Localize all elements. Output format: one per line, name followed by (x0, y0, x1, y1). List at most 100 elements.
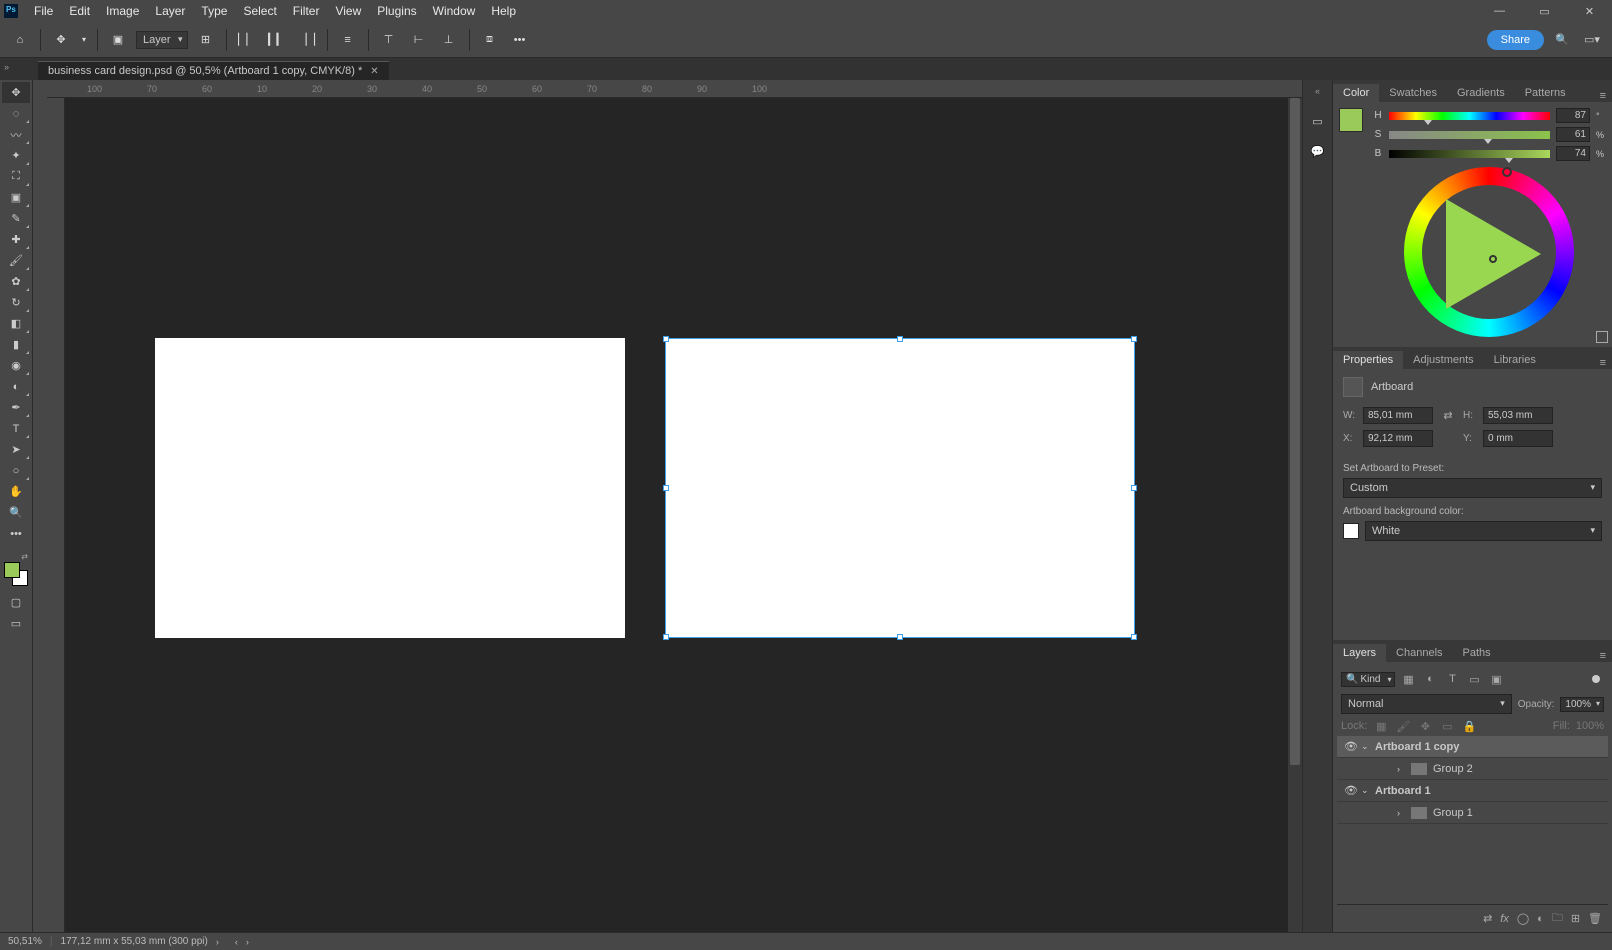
marquee-tool[interactable]: ◌ (2, 103, 30, 124)
scrollbar-thumb[interactable] (1290, 98, 1300, 765)
menu-window[interactable]: Window (425, 4, 484, 18)
sat-value[interactable]: 61 (1556, 127, 1590, 142)
comment-panel-icon[interactable]: 💬 (1309, 142, 1327, 160)
color-preview-swatch[interactable] (1339, 108, 1363, 132)
layer-item-group[interactable]: › Group 1 (1337, 802, 1608, 824)
more-options-icon[interactable]: ••• (508, 28, 532, 52)
align-vcenter-icon[interactable]: ⊢ (407, 28, 431, 52)
lock-position-icon[interactable]: ✥ (1417, 718, 1433, 734)
vertical-scrollbar[interactable] (1288, 98, 1302, 932)
lock-paint-icon[interactable]: 🖌 (1395, 718, 1411, 734)
filter-pixel-icon[interactable]: ▦ (1399, 670, 1417, 688)
menu-view[interactable]: View (327, 4, 369, 18)
delete-layer-icon[interactable]: 🗑 (1588, 912, 1602, 925)
tab-color[interactable]: Color (1333, 84, 1379, 102)
layer-mask-icon[interactable]: ◯ (1517, 912, 1529, 925)
pen-tool[interactable]: ✒ (2, 397, 30, 418)
link-layers-icon[interactable]: ⇄ (1483, 912, 1492, 925)
healing-brush-tool[interactable]: ✚ (2, 229, 30, 250)
visibility-toggle-icon[interactable]: 👁 (1341, 784, 1361, 797)
status-popout-icon[interactable]: › (216, 937, 219, 947)
hue-value[interactable]: 87 (1556, 108, 1590, 123)
edit-toolbar-icon[interactable]: ••• (2, 523, 30, 544)
tab-layers[interactable]: Layers (1333, 644, 1386, 662)
close-tab-icon[interactable]: ✕ (370, 66, 378, 77)
distribute-icon[interactable]: ≡ (336, 28, 360, 52)
bgcolor-swatch[interactable] (1343, 523, 1359, 539)
width-field[interactable] (1363, 407, 1433, 424)
resize-handle[interactable] (897, 336, 903, 342)
bri-slider[interactable] (1389, 150, 1550, 158)
expand-panels-icon[interactable]: » (4, 62, 9, 72)
adjustment-layer-icon[interactable]: ◐ (1537, 913, 1544, 925)
lock-all-icon[interactable]: 🔒 (1461, 718, 1477, 734)
filter-smart-icon[interactable]: ▣ (1487, 670, 1505, 688)
layer-item-group[interactable]: › Group 2 (1337, 758, 1608, 780)
menu-filter[interactable]: Filter (285, 4, 328, 18)
new-group-icon[interactable]: 🗀 (1552, 909, 1563, 928)
visibility-toggle-icon[interactable]: 👁 (1341, 740, 1361, 753)
tab-patterns[interactable]: Patterns (1515, 84, 1576, 102)
artboard-1[interactable] (155, 338, 625, 638)
path-select-tool[interactable]: ➤ (2, 439, 30, 460)
move-tool-icon[interactable]: ✥ (49, 28, 73, 52)
resize-handle[interactable] (663, 336, 669, 342)
screenmode-icon[interactable]: ▭ (2, 613, 30, 634)
frame-tool[interactable]: ▣ (2, 187, 30, 208)
layer-name[interactable]: Group 1 (1433, 807, 1473, 819)
shape-tool[interactable]: ○ (2, 460, 30, 481)
hue-slider[interactable] (1389, 112, 1550, 120)
home-button[interactable]: ⌂ (8, 28, 32, 52)
menu-select[interactable]: Select (235, 4, 284, 18)
filter-shape-icon[interactable]: ▭ (1465, 670, 1483, 688)
horizontal-ruler[interactable]: 100 70 60 10 20 30 40 50 60 70 80 90 100 (47, 80, 1302, 98)
tab-paths[interactable]: Paths (1453, 644, 1501, 662)
transform-controls-toggle[interactable]: ⊞ (194, 28, 218, 52)
filter-type-icon[interactable]: T (1443, 670, 1461, 688)
layer-name[interactable]: Artboard 1 (1375, 785, 1431, 797)
learn-panel-icon[interactable]: ▭ (1309, 112, 1327, 130)
fg-bg-swatches[interactable] (4, 562, 28, 586)
move-tool-flyout-icon[interactable]: ▾ (79, 28, 89, 52)
layer-name[interactable]: Artboard 1 copy (1375, 741, 1459, 753)
align-hcenter-icon[interactable]: ▎▎ (265, 28, 289, 52)
resize-handle[interactable] (1131, 485, 1137, 491)
color-wheel[interactable] (1404, 167, 1574, 337)
layer-effects-icon[interactable]: fx (1500, 913, 1509, 925)
sat-slider[interactable] (1389, 131, 1550, 139)
lasso-tool[interactable]: 〰 (2, 124, 30, 145)
menu-layer[interactable]: Layer (147, 4, 193, 18)
zoom-tool[interactable]: 🔍 (2, 502, 30, 523)
document-tab[interactable]: business card design.psd @ 50,5% (Artboa… (38, 61, 389, 80)
lock-artboard-icon[interactable]: ▭ (1439, 718, 1455, 734)
artboard-preset-dropdown[interactable]: Custom (1343, 478, 1602, 498)
bgcolor-dropdown[interactable]: White (1365, 521, 1602, 541)
layer-item-artboard[interactable]: 👁 ⌄ Artboard 1 (1337, 780, 1608, 802)
disclosure-icon[interactable]: › (1397, 764, 1411, 774)
auto-select-toggle[interactable]: ▣ (106, 28, 130, 52)
tab-channels[interactable]: Channels (1386, 644, 1452, 662)
panel-menu-icon[interactable]: ≡ (1594, 357, 1612, 369)
menu-plugins[interactable]: Plugins (369, 4, 424, 18)
vertical-ruler[interactable] (47, 98, 65, 932)
move-tool[interactable]: ✥ (2, 82, 30, 103)
resize-handle[interactable] (1131, 634, 1137, 640)
history-brush-tool[interactable]: ↻ (2, 292, 30, 313)
panel-menu-icon[interactable]: ≡ (1594, 90, 1612, 102)
artboard-1-copy[interactable] (665, 338, 1135, 638)
menu-help[interactable]: Help (483, 4, 524, 18)
panel-menu-icon[interactable]: ≡ (1594, 650, 1612, 662)
blend-mode-dropdown[interactable]: Normal (1341, 694, 1512, 714)
3d-mode-icon[interactable]: ⧈ (478, 28, 502, 52)
lock-transparency-icon[interactable]: ▦ (1373, 718, 1389, 734)
x-field[interactable] (1363, 430, 1433, 447)
new-layer-icon[interactable]: ⊞ (1571, 912, 1580, 925)
canvas[interactable] (65, 98, 1288, 932)
opacity-field[interactable]: 100% (1560, 697, 1604, 712)
menu-image[interactable]: Image (98, 4, 147, 18)
window-maximize-button[interactable]: ▭ (1522, 0, 1567, 22)
gradient-tool[interactable]: ▮ (2, 334, 30, 355)
auto-select-target-dropdown[interactable]: Layer (136, 31, 188, 49)
document-dimensions[interactable]: 177,12 mm x 55,03 mm (300 ppi) (61, 936, 208, 947)
window-minimize-button[interactable]: — (1477, 0, 1522, 22)
